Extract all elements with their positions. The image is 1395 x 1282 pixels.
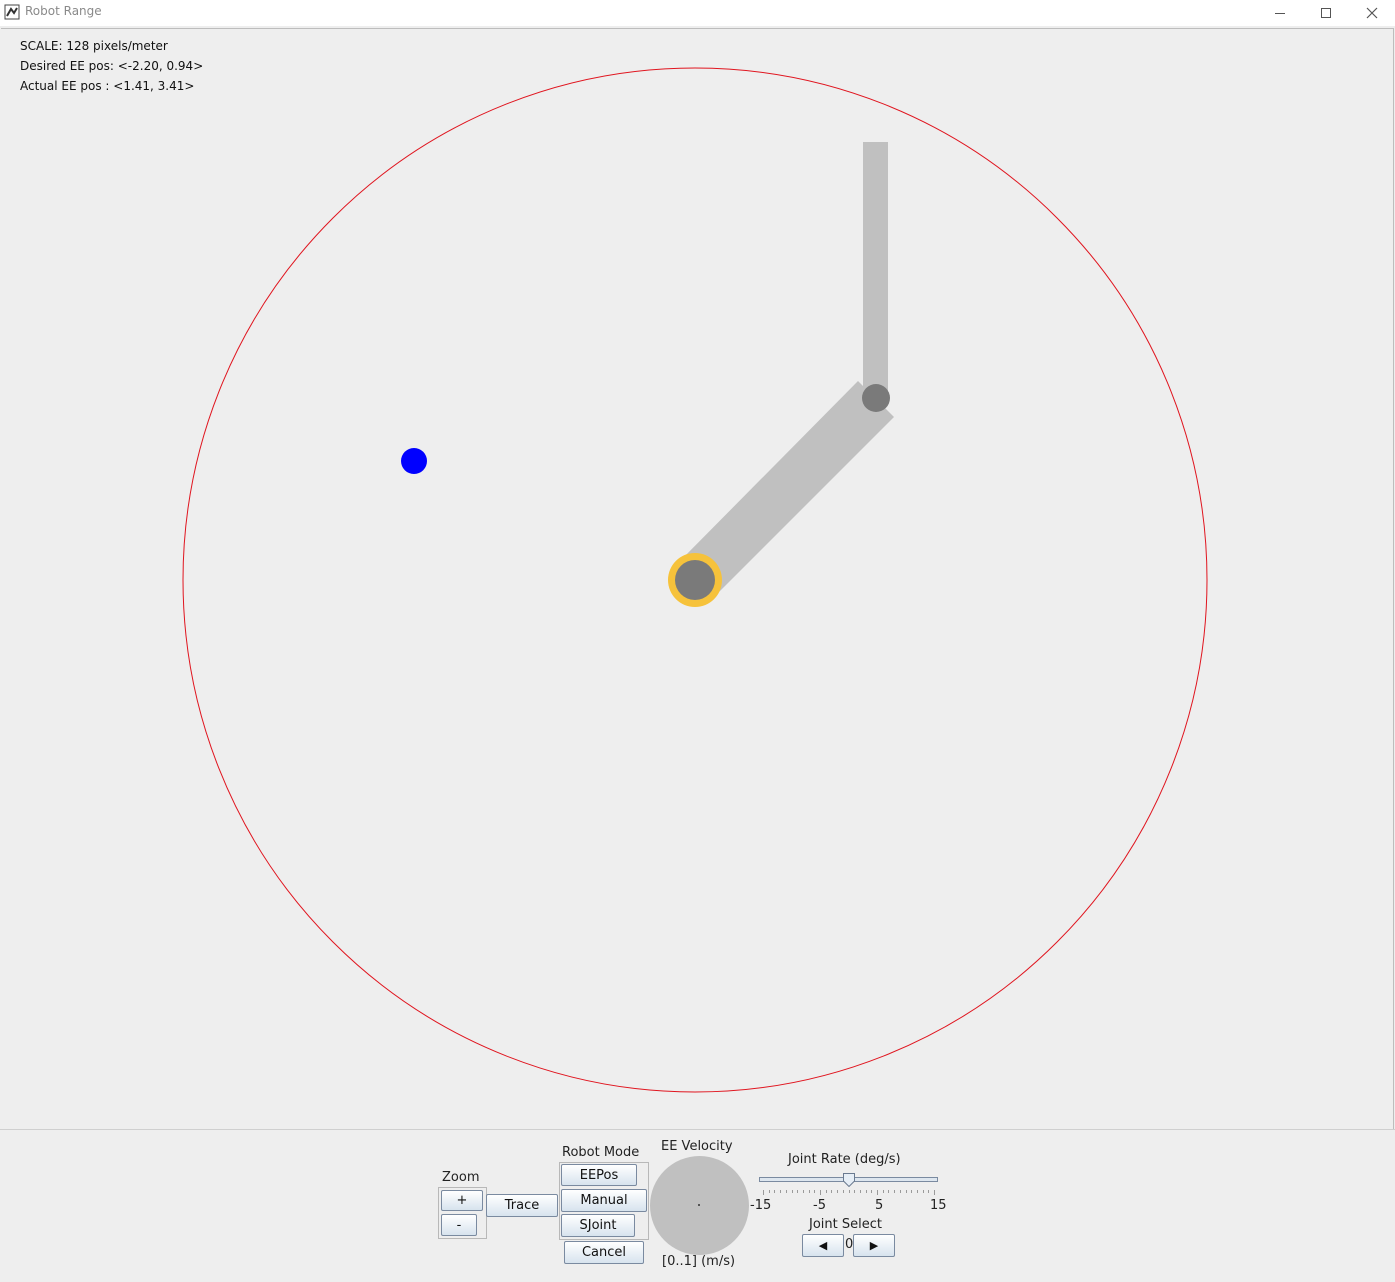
slider-tick (865, 1190, 867, 1193)
manual-mode-button[interactable]: Manual (561, 1189, 647, 1212)
joint-next-button[interactable]: ▶ (853, 1234, 895, 1257)
arm-link-2 (863, 142, 888, 401)
sjoint-mode-button[interactable]: SJoint (561, 1214, 635, 1237)
zoom-label: Zoom (442, 1170, 480, 1185)
desired-ee-pos-text: Desired EE pos: <-2.20, 0.94> (20, 59, 204, 73)
desired-target[interactable] (401, 448, 427, 474)
tick-label-max: 15 (930, 1198, 947, 1213)
base-joint (675, 560, 715, 600)
tick-label-5: 5 (875, 1198, 884, 1213)
slider-tick (899, 1190, 901, 1193)
ee-velocity-label: EE Velocity (661, 1139, 733, 1154)
scale-text: SCALE: 128 pixels/meter (20, 39, 168, 53)
left-arrow-icon: ◀ (818, 1239, 828, 1252)
slider-tick (859, 1190, 861, 1193)
slider-tick (882, 1190, 884, 1193)
slider-tick (814, 1190, 816, 1193)
slider-tick (791, 1190, 793, 1193)
slider-tick (871, 1190, 873, 1193)
slider-tick (877, 1190, 878, 1195)
elbow-joint (862, 384, 890, 412)
joint-select-label: Joint Select (809, 1217, 882, 1232)
robot-canvas[interactable]: SCALE: 128 pixels/meter Desired EE pos: … (1, 28, 1394, 1129)
tick-label-min: -15 (750, 1198, 772, 1213)
robot-mode-label: Robot Mode (562, 1145, 640, 1160)
zoom-out-button[interactable]: - (441, 1214, 477, 1236)
slider-tick (848, 1190, 850, 1193)
joint-rate-slider-thumb[interactable] (842, 1173, 855, 1187)
minimize-icon[interactable] (1257, 0, 1303, 26)
cancel-button[interactable]: Cancel (564, 1241, 644, 1264)
robot-app-icon (4, 4, 20, 20)
maximize-icon[interactable] (1303, 0, 1349, 26)
slider-tick (916, 1190, 918, 1193)
joint-prev-button[interactable]: ◀ (802, 1234, 844, 1257)
slider-tick (820, 1190, 821, 1195)
joint-rate-label: Joint Rate (deg/s) (788, 1152, 901, 1167)
slider-tick (763, 1190, 764, 1195)
slider-tick (888, 1190, 890, 1193)
zoom-in-button[interactable]: + (441, 1190, 483, 1211)
slider-tick (854, 1190, 856, 1193)
slider-tick (774, 1190, 776, 1193)
right-arrow-icon: ▶ (869, 1239, 879, 1252)
slider-tick (934, 1190, 935, 1195)
slider-tick (780, 1190, 782, 1193)
eepos-mode-button[interactable]: EEPos (561, 1164, 637, 1186)
tick-label-minus5: -5 (813, 1198, 826, 1213)
slider-tick (831, 1190, 833, 1193)
ee-velocity-range-label: [0..1] (m/s) (662, 1254, 736, 1269)
slider-tick (802, 1190, 804, 1193)
robot-drawing (182, 67, 1208, 1093)
slider-tick (905, 1190, 907, 1193)
actual-ee-pos-text: Actual EE pos : <1.41, 3.41> (20, 79, 195, 93)
control-panel: Zoom + - Trace Robot Mode EEPos Manual S… (0, 1129, 1395, 1282)
trace-button[interactable]: Trace (486, 1194, 558, 1217)
slider-tick (928, 1190, 930, 1193)
close-icon[interactable] (1349, 0, 1395, 26)
slider-tick (842, 1190, 844, 1193)
ee-velocity-pad[interactable] (650, 1156, 749, 1255)
slider-tick (894, 1190, 896, 1193)
slider-tick (837, 1190, 839, 1193)
slider-tick (808, 1190, 810, 1193)
slider-tick (922, 1190, 924, 1193)
slider-tick (911, 1190, 913, 1193)
slider-tick (825, 1190, 827, 1193)
slider-tick (785, 1190, 787, 1193)
slider-tick (797, 1190, 799, 1193)
slider-tick (768, 1190, 770, 1193)
title-bar: Robot Range (0, 0, 1395, 26)
window-title: Robot Range (25, 4, 102, 18)
